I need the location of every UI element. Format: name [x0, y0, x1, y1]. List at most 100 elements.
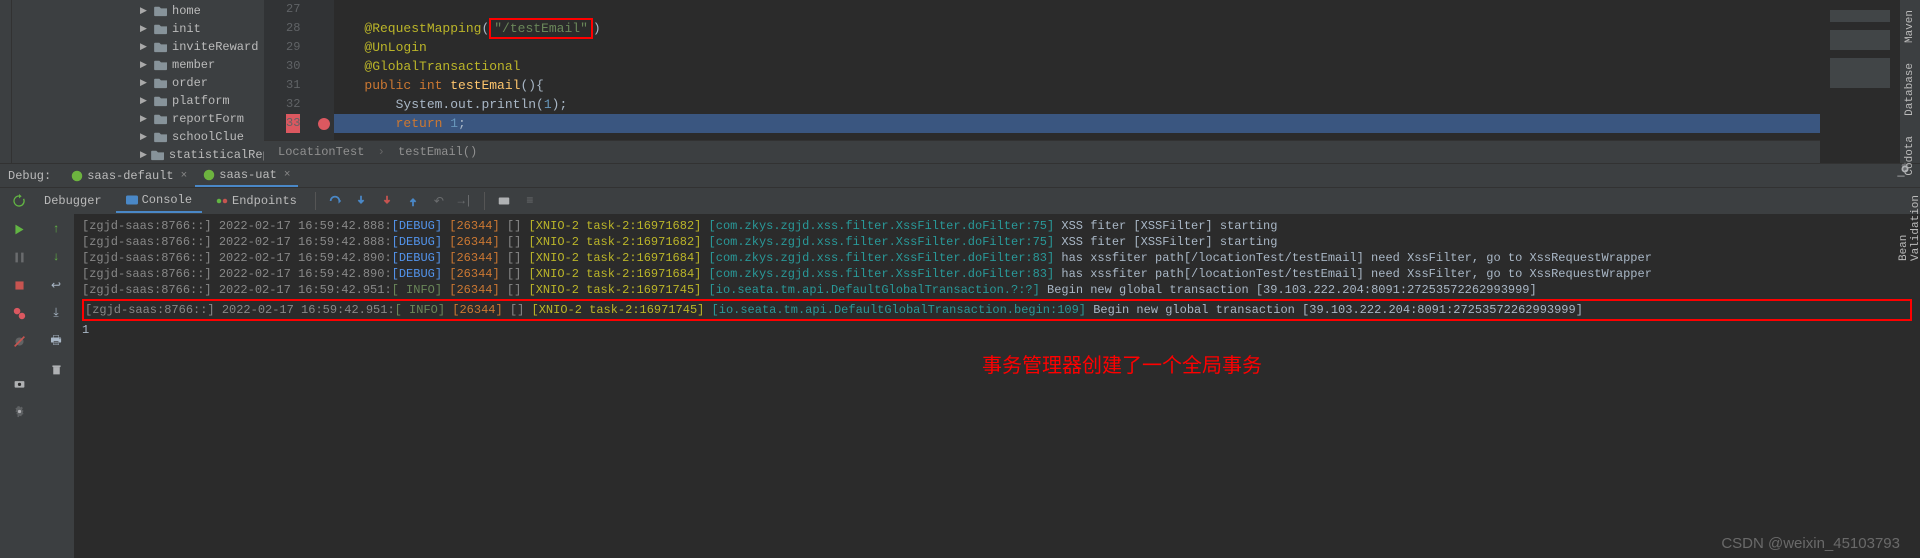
tree-label: reportForm [172, 112, 244, 126]
soft-wrap-icon[interactable]: ↩ [45, 274, 67, 296]
chevron-right-icon: ▶ [140, 6, 150, 16]
breakpoints-icon[interactable] [8, 302, 30, 324]
watermark: CSDN @weixin_45103793 [1721, 535, 1900, 552]
sidebar-tab-bean-validation[interactable]: Bean Validation [1896, 189, 1920, 267]
scroll-end-icon[interactable]: ⤓ [45, 302, 67, 324]
log-line: [zgjd-saas:8766::] 2022-02-17 16:59:42.9… [82, 282, 1912, 298]
settings-icon[interactable] [8, 400, 30, 422]
step-into-icon[interactable] [350, 190, 372, 212]
breadcrumb-separator: › [378, 145, 385, 159]
print-icon[interactable]: 🖶 [45, 330, 67, 352]
step-out-icon[interactable] [402, 190, 424, 212]
restart-icon[interactable] [8, 190, 30, 212]
log-output: 1 [82, 322, 1912, 338]
debug-label: Debug: [8, 169, 51, 183]
clear-icon[interactable] [45, 358, 67, 380]
mute-breakpoints-icon[interactable] [8, 330, 30, 352]
stop-icon[interactable] [8, 274, 30, 296]
tree-folder-statisticalReport[interactable]: ▶ statisticalReport [12, 146, 264, 163]
debug-panel: Debug: saas-default×saas-uat× — Debugger… [0, 163, 1920, 558]
force-step-into-icon[interactable] [376, 190, 398, 212]
drop-frame-icon[interactable]: ↶ [428, 190, 450, 212]
endpoints-tab[interactable]: Endpoints [206, 190, 307, 212]
chevron-right-icon: ▶ [140, 150, 147, 160]
code-line[interactable]: public int testEmail(){ [364, 76, 1820, 95]
tree-folder-home[interactable]: ▶ home [12, 2, 264, 20]
tree-folder-order[interactable]: ▶order [12, 74, 264, 92]
gutter-row[interactable] [314, 38, 334, 57]
close-icon[interactable]: × [181, 170, 188, 182]
gutter-row[interactable] [314, 57, 334, 76]
folder-icon [154, 94, 168, 108]
gutter-row[interactable] [314, 95, 334, 114]
code-line[interactable]: System.out.println(1); [364, 95, 1820, 114]
tree-folder-reportForm[interactable]: ▶reportForm [12, 110, 264, 128]
debug-tab-saas-uat[interactable]: saas-uat× [195, 164, 298, 187]
tree-folder-inviteReward[interactable]: ▶ inviteReward [12, 38, 264, 56]
gutter-row[interactable] [314, 76, 334, 95]
breakpoint-icon[interactable] [318, 118, 330, 130]
tree-folder-platform[interactable]: ▶platform [12, 92, 264, 110]
editor-area: 27282930313233 @RequestMapping("/testEma… [264, 0, 1820, 163]
up-arrow-icon[interactable]: ↑ [45, 218, 67, 240]
folder-icon [154, 130, 168, 144]
down-arrow-icon[interactable]: ↓ [45, 246, 67, 268]
tree-label: platform [172, 94, 230, 108]
debug-toolbar: Debugger Console Endpoints ↶ →| ≡ [0, 188, 1920, 214]
evaluate-icon[interactable] [493, 190, 515, 212]
gutter-marks[interactable] [314, 0, 334, 140]
log-line: [zgjd-saas:8766::] 2022-02-17 16:59:42.9… [82, 299, 1912, 321]
project-tree[interactable]: ▶home▶init▶inviteReward▶member▶order▶pla… [12, 0, 264, 163]
close-icon[interactable]: × [284, 169, 291, 181]
code-line[interactable]: @RequestMapping("/testEmail") [364, 19, 1820, 38]
gutter-row[interactable] [314, 19, 334, 38]
debugger-tab[interactable]: Debugger [34, 190, 112, 212]
console-tab[interactable]: Console [116, 189, 202, 213]
toolbar-divider [484, 192, 485, 210]
console-output[interactable]: [zgjd-saas:8766::] 2022-02-17 16:59:42.8… [74, 214, 1920, 558]
log-line: [zgjd-saas:8766::] 2022-02-17 16:59:42.8… [82, 218, 1912, 234]
folder-icon [151, 148, 165, 162]
tree-label: statisticalReport [169, 148, 264, 162]
camera-icon[interactable] [8, 372, 30, 394]
breadcrumb-class[interactable]: LocationTest [278, 145, 364, 159]
code-area[interactable]: 27282930313233 @RequestMapping("/testEma… [264, 0, 1820, 140]
chevron-right-icon: ▶ [140, 42, 150, 52]
log-line: [zgjd-saas:8766::] 2022-02-17 16:59:42.8… [82, 234, 1912, 250]
folder-icon [154, 22, 168, 36]
step-over-icon[interactable] [324, 190, 346, 212]
debug-side-toolbar [0, 214, 38, 558]
tree-folder-schoolClue[interactable]: ▶ schoolClue [12, 128, 264, 146]
folder-icon [154, 112, 168, 126]
tree-label: schoolClue [172, 130, 244, 144]
code-line[interactable] [364, 0, 1820, 19]
debug-header: Debug: saas-default×saas-uat× — [0, 164, 1920, 188]
debug-tab-saas-default[interactable]: saas-default× [63, 164, 195, 187]
sidebar-tab-maven[interactable]: Maven [1902, 4, 1918, 49]
line-numbers: 27282930313233 [264, 0, 314, 140]
gutter-row[interactable] [314, 0, 334, 19]
tree-label: member [172, 58, 215, 72]
tree-label: inviteReward [172, 40, 258, 54]
gutter-row[interactable] [314, 114, 334, 133]
trace-icon[interactable]: ≡ [519, 190, 541, 212]
breadcrumb-method[interactable]: testEmail() [398, 145, 477, 159]
chevron-right-icon: ▶ [140, 132, 150, 142]
resume-icon[interactable] [8, 218, 30, 240]
code-line[interactable]: return 1; [334, 114, 1820, 133]
tree-folder-init[interactable]: ▶init [12, 20, 264, 38]
minimap[interactable] [1820, 0, 1900, 163]
main-area: ▶home▶init▶inviteReward▶member▶order▶pla… [0, 0, 1920, 163]
gear-icon[interactable] [1894, 158, 1916, 180]
breadcrumb[interactable]: LocationTest › testEmail() [264, 140, 1820, 163]
folder-icon [154, 40, 168, 54]
sidebar-tab-database[interactable]: Database [1902, 57, 1918, 122]
code-line[interactable]: @UnLogin [364, 38, 1820, 57]
tree-label: home [172, 4, 201, 18]
run-to-cursor-icon[interactable]: →| [454, 190, 476, 212]
right-sidebar: MavenDatabaseCodotaBean Validation [1900, 0, 1920, 163]
tree-folder-member[interactable]: ▶member [12, 56, 264, 74]
pause-icon[interactable] [8, 246, 30, 268]
code-line[interactable]: @GlobalTransactional [364, 57, 1820, 76]
code-lines[interactable]: @RequestMapping("/testEmail")@UnLogin@Gl… [334, 0, 1820, 140]
